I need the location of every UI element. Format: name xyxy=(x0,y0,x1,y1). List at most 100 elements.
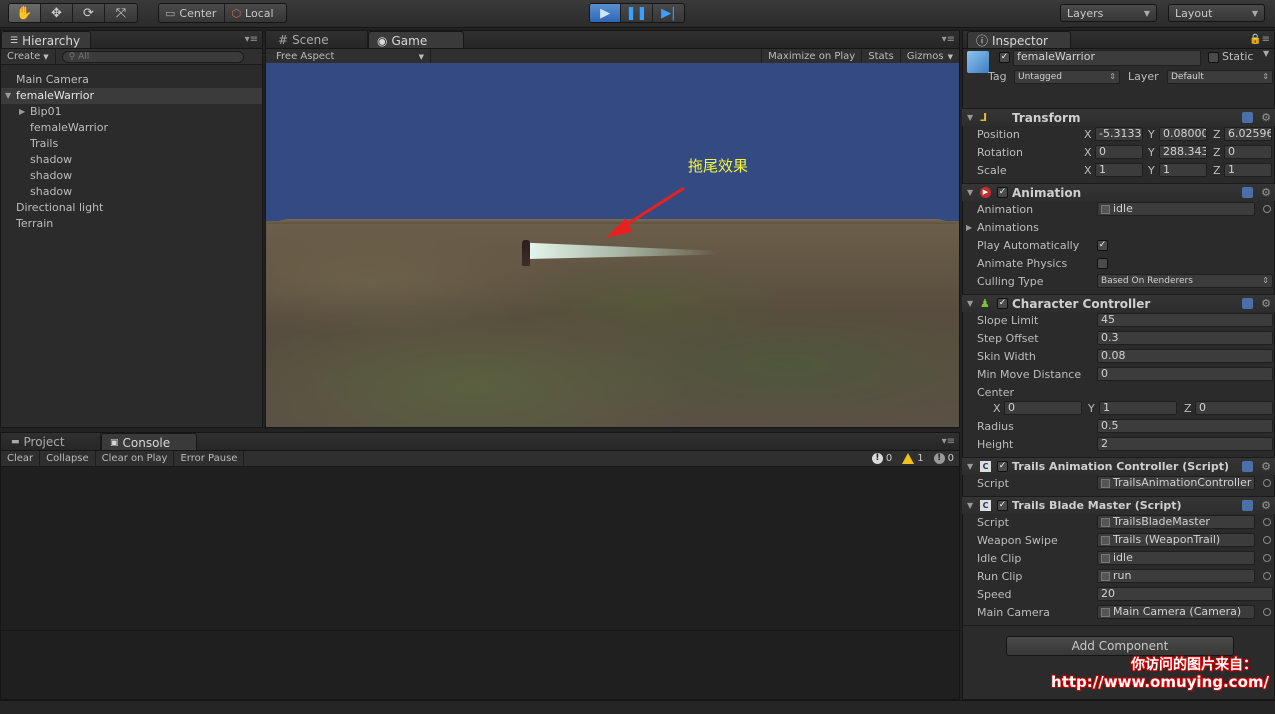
gear-icon[interactable]: ⚙ xyxy=(1261,499,1271,512)
stats-toggle[interactable]: Stats xyxy=(862,49,901,64)
game-viewport[interactable]: 拖尾效果 xyxy=(266,63,959,427)
tab-game[interactable]: ◉ Game xyxy=(368,31,464,48)
tab-project[interactable]: ▬ Project xyxy=(3,433,101,450)
fold-down-icon[interactable]: ▼ xyxy=(5,88,11,104)
radius-field[interactable]: 0.5 xyxy=(1097,419,1273,433)
character-controller-header[interactable]: ▼ ♟ ✓ Character Controller ⚙ xyxy=(962,294,1275,312)
clear-button[interactable]: Clear xyxy=(1,451,41,466)
object-picker-icon[interactable] xyxy=(1263,518,1271,526)
tab-inspector[interactable]: ⓘ Inspector xyxy=(967,31,1071,48)
clear-on-play-toggle[interactable]: Clear on Play xyxy=(96,451,175,466)
center-y-field[interactable]: 1 xyxy=(1099,401,1177,415)
center-z-field[interactable]: 0 xyxy=(1195,401,1273,415)
aspect-dropdown[interactable]: Free Aspect ▼ xyxy=(266,49,431,64)
play-automatically-checkbox[interactable]: ✓ xyxy=(1097,239,1108,251)
console-detail-area[interactable] xyxy=(1,631,959,699)
hierarchy-item[interactable]: femaleWarrior xyxy=(1,120,262,136)
hierarchy-item[interactable]: Main Camera xyxy=(1,72,262,88)
move-tool-icon[interactable]: ✥ xyxy=(41,4,73,22)
position-x-field[interactable]: -5.3133 xyxy=(1095,127,1143,141)
console-log-list[interactable] xyxy=(1,467,959,631)
trails-anim-script-field[interactable]: TrailsAnimationController xyxy=(1097,476,1255,490)
hierarchy-item[interactable]: ▶ Bip01 xyxy=(1,104,262,120)
position-z-field[interactable]: 6.02596 xyxy=(1224,127,1272,141)
hierarchy-item[interactable]: shadow xyxy=(1,168,262,184)
gear-icon[interactable]: ⚙ xyxy=(1261,186,1271,199)
panel-menu-icon[interactable]: ▾≡ xyxy=(241,34,262,45)
collapse-toggle[interactable]: Collapse xyxy=(40,451,96,466)
hierarchy-item[interactable]: Directional light xyxy=(1,200,262,216)
play-button-icon[interactable]: ▶ xyxy=(590,4,622,22)
hand-tool-icon[interactable]: ✋ xyxy=(9,4,41,22)
run-clip-field[interactable]: run xyxy=(1097,569,1255,583)
scale-y-field[interactable]: 1 xyxy=(1159,163,1207,177)
skin-width-field[interactable]: 0.08 xyxy=(1097,349,1273,363)
help-book-icon[interactable] xyxy=(1242,298,1253,309)
min-move-distance-field[interactable]: 0 xyxy=(1097,367,1273,381)
object-picker-icon[interactable] xyxy=(1263,205,1271,213)
layers-dropdown[interactable]: Layers ▼ xyxy=(1060,4,1157,22)
help-book-icon[interactable] xyxy=(1242,112,1253,123)
layer-dropdown[interactable]: Default ⇕ xyxy=(1167,70,1273,84)
pivot-local-button[interactable]: ⬡ Local xyxy=(225,4,281,22)
tab-hierarchy[interactable]: ☰ Hierarchy xyxy=(1,31,92,48)
hierarchy-item[interactable]: shadow xyxy=(1,184,262,200)
tag-dropdown[interactable]: Untagged ⇕ xyxy=(1014,70,1120,84)
lock-icon[interactable]: 🔒≡ xyxy=(1245,34,1274,45)
hierarchy-item[interactable]: ▼ femaleWarrior xyxy=(1,88,262,104)
step-offset-field[interactable]: 0.3 xyxy=(1097,331,1273,345)
main-camera-field[interactable]: Main Camera (Camera) xyxy=(1097,605,1255,619)
rotate-tool-icon[interactable]: ⟳ xyxy=(73,4,105,22)
gear-icon[interactable]: ⚙ xyxy=(1261,111,1271,124)
hierarchy-item[interactable]: Terrain xyxy=(1,216,262,232)
gizmos-dropdown[interactable]: Gizmos ▼ xyxy=(901,49,959,64)
rotation-z-field[interactable]: 0 xyxy=(1224,145,1272,159)
scale-tool-icon[interactable]: ⤧ xyxy=(105,4,137,22)
controller-enabled-checkbox[interactable]: ✓ xyxy=(997,298,1008,309)
animate-physics-checkbox[interactable] xyxy=(1097,257,1108,269)
culling-type-dropdown[interactable]: Based On Renderers ⇕ xyxy=(1097,274,1273,288)
help-book-icon[interactable] xyxy=(1242,461,1253,472)
rotation-x-field[interactable]: 0 xyxy=(1095,145,1143,159)
maximize-on-play-toggle[interactable]: Maximize on Play xyxy=(761,49,863,64)
log-count-toggle[interactable]: ! 0 xyxy=(929,451,959,466)
step-button-icon[interactable]: ▶| xyxy=(653,4,684,22)
tab-console[interactable]: ▣ Console xyxy=(101,433,197,450)
chevron-down-icon[interactable]: ▼ xyxy=(1263,49,1269,58)
rotation-y-field[interactable]: 288.343 xyxy=(1159,145,1207,159)
layout-dropdown[interactable]: Layout ▼ xyxy=(1168,4,1265,22)
object-picker-icon[interactable] xyxy=(1263,536,1271,544)
scale-x-field[interactable]: 1 xyxy=(1095,163,1143,177)
idle-clip-field[interactable]: idle xyxy=(1097,551,1255,565)
object-picker-icon[interactable] xyxy=(1263,608,1271,616)
center-x-field[interactable]: 0 xyxy=(1004,401,1082,415)
animations-row[interactable]: ▶ Animations xyxy=(962,218,1275,236)
height-field[interactable]: 2 xyxy=(1097,437,1273,451)
tab-scene[interactable]: # Scene xyxy=(270,31,368,48)
blade-script-field[interactable]: TrailsBladeMaster xyxy=(1097,515,1255,529)
pivot-center-button[interactable]: ▭ Center xyxy=(159,4,226,22)
object-picker-icon[interactable] xyxy=(1263,554,1271,562)
speed-field[interactable]: 20 xyxy=(1097,587,1273,601)
trails-animation-controller-header[interactable]: ▼ C ✓ Trails Animation Controller (Scrip… xyxy=(962,457,1275,475)
error-count-toggle[interactable]: ! 0 xyxy=(867,451,897,466)
object-picker-icon[interactable] xyxy=(1263,479,1271,487)
help-book-icon[interactable] xyxy=(1242,187,1253,198)
error-pause-toggle[interactable]: Error Pause xyxy=(174,451,245,466)
panel-menu-icon[interactable]: ▾≡ xyxy=(938,436,959,447)
fold-right-icon[interactable]: ▶ xyxy=(19,104,25,120)
gear-icon[interactable]: ⚙ xyxy=(1261,460,1271,473)
object-picker-icon[interactable] xyxy=(1263,572,1271,580)
trails-blade-master-header[interactable]: ▼ C ✓ Trails Blade Master (Script) ⚙ xyxy=(962,496,1275,514)
warning-count-toggle[interactable]: 1 xyxy=(897,451,928,466)
panel-menu-icon[interactable]: ▾≡ xyxy=(938,34,959,45)
pause-button-icon[interactable]: ❚❚ xyxy=(621,4,653,22)
slope-limit-field[interactable]: 45 xyxy=(1097,313,1273,327)
object-name-field[interactable]: femaleWarrior xyxy=(1013,50,1201,66)
transform-header[interactable]: ▼ ⅃ Transform ⚙ xyxy=(962,108,1275,126)
hierarchy-item[interactable]: Trails xyxy=(1,136,262,152)
animation-enabled-checkbox[interactable]: ✓ xyxy=(997,187,1008,198)
scale-z-field[interactable]: 1 xyxy=(1224,163,1272,177)
weapon-swipe-field[interactable]: Trails (WeaponTrail) xyxy=(1097,533,1255,547)
add-component-button[interactable]: Add Component xyxy=(1006,636,1234,656)
